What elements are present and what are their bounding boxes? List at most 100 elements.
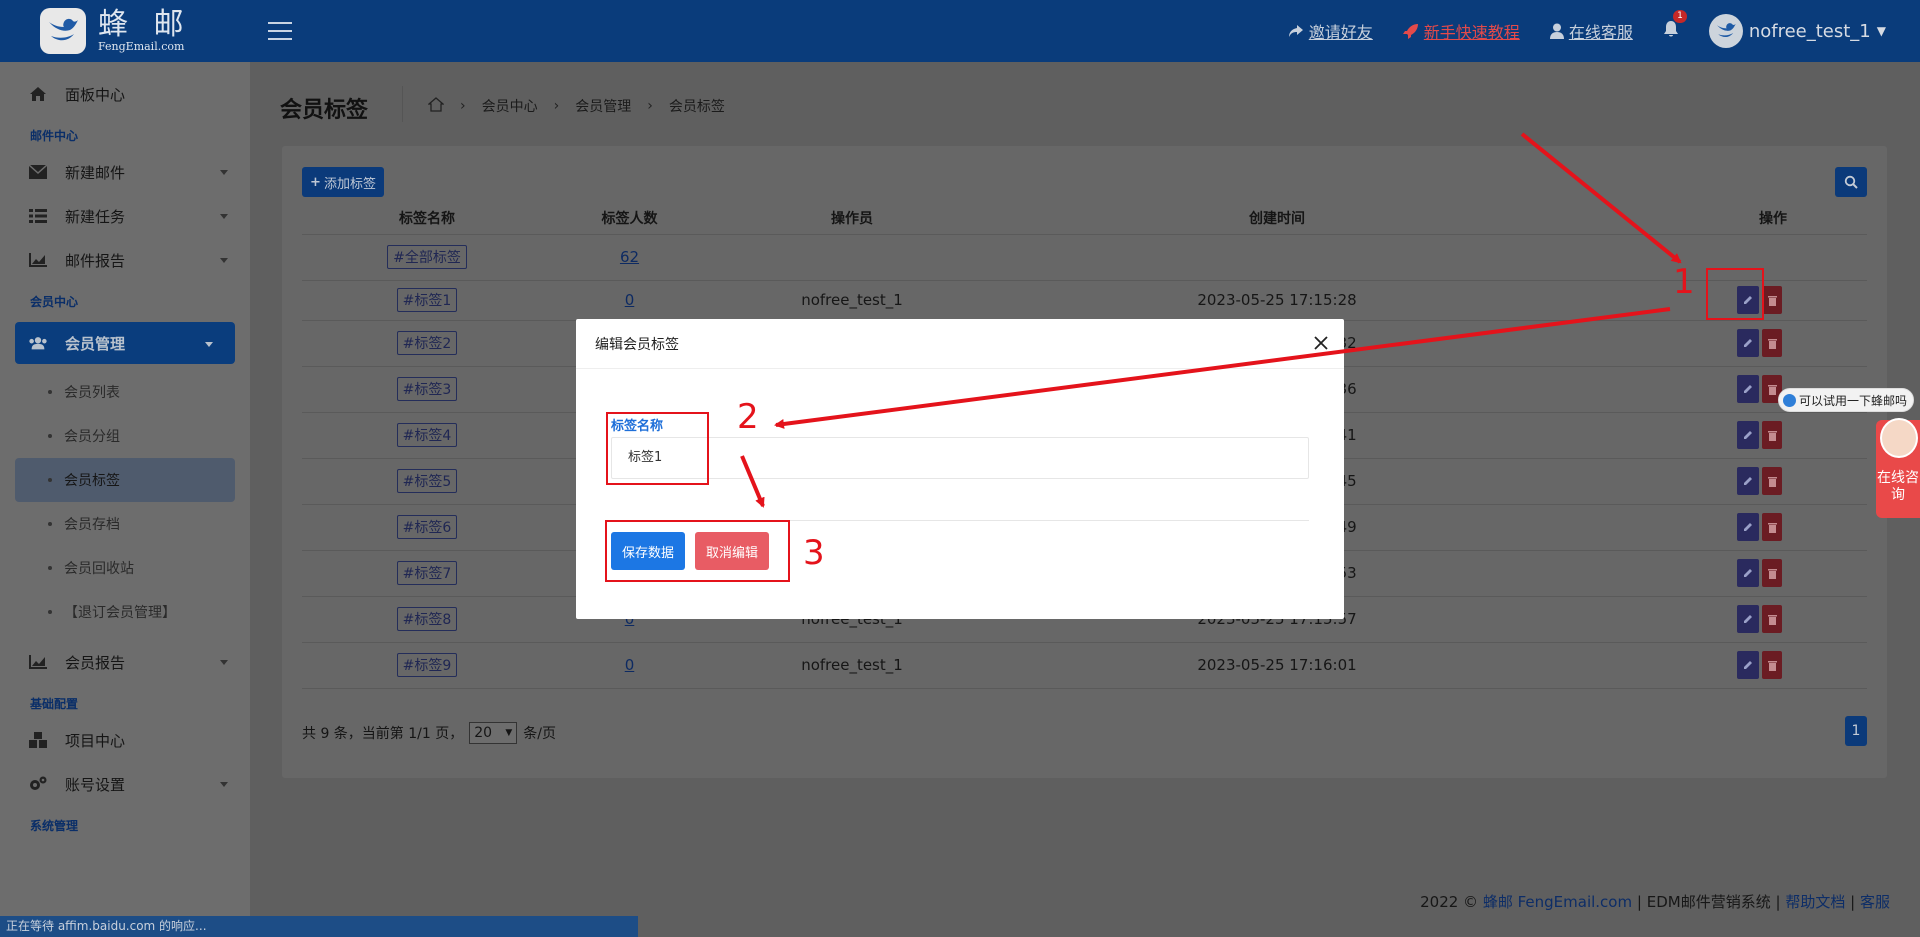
user-icon <box>1549 23 1564 39</box>
annotation-number-3: 3 <box>803 533 825 573</box>
edit-button[interactable] <box>1737 651 1759 679</box>
sidebar-item-account-settings[interactable]: 账号设置 <box>0 762 250 806</box>
pager-summary-text: 共 9 条，当前第 1/1 页， <box>302 726 464 742</box>
column-header: 操作 <box>1557 202 1867 235</box>
trash-icon <box>1767 660 1777 671</box>
caret-down-icon <box>220 660 228 665</box>
username: nofree_test_1 <box>1748 20 1871 42</box>
trash-icon <box>1767 614 1777 625</box>
breadcrumb-item[interactable]: 会员管理 <box>575 96 631 116</box>
online-service-link[interactable]: 在线客服 <box>1549 19 1633 43</box>
sidebar-subitem-member-list[interactable]: 会员列表 <box>0 370 250 414</box>
sidebar-item-member-report[interactable]: 会员报告 <box>0 640 250 684</box>
edit-button[interactable] <box>1737 467 1759 495</box>
created-cell: 2023-05-25 17:16:01 <box>997 642 1557 689</box>
page-size-value: 20 <box>474 725 493 741</box>
users-icon <box>28 336 48 350</box>
delete-button[interactable] <box>1762 651 1782 679</box>
section-system-heading: 系统管理 <box>30 819 79 833</box>
edit-button[interactable] <box>1737 559 1759 587</box>
sidebar-item-label: 会员报告 <box>65 653 126 672</box>
trash-icon <box>1767 476 1777 487</box>
tag-name[interactable]: #标签3 <box>396 377 458 401</box>
pager-summary: 共 9 条，当前第 1/1 页， 20 ▼ 条/页 <box>302 722 556 744</box>
tag-name[interactable]: #标签9 <box>396 653 458 677</box>
sidebar-subitem-member-tags[interactable]: 会员标签 <box>15 458 235 502</box>
sidebar-item-new-mail[interactable]: 新建邮件 <box>0 150 250 194</box>
logo-subtitle: FengEmail.com <box>98 39 185 53</box>
tag-name[interactable]: #标签5 <box>396 469 458 493</box>
tag-name[interactable]: #标签4 <box>396 423 458 447</box>
logo[interactable]: 蜂 邮 FengEmail.com <box>0 0 250 62</box>
sidebar-subitem-member-recycle[interactable]: 会员回收站 <box>0 546 250 590</box>
quick-tutorial-label: 新手快速教程 <box>1423 23 1520 42</box>
envelope-icon <box>28 165 48 179</box>
close-icon[interactable] <box>1312 334 1330 352</box>
footer-docs-link[interactable]: 帮助文档 <box>1785 893 1845 911</box>
tag-name[interactable]: #标签7 <box>396 561 458 585</box>
add-tag-button[interactable]: + 添加标签 <box>302 167 384 197</box>
tag-count-link[interactable]: 62 <box>620 248 639 266</box>
delete-button[interactable] <box>1762 559 1782 587</box>
tag-name[interactable]: #标签1 <box>396 288 458 312</box>
delete-button[interactable] <box>1762 605 1782 633</box>
search-icon <box>1844 175 1858 189</box>
tag-count-link[interactable]: 0 <box>625 291 635 309</box>
edit-button[interactable] <box>1737 605 1759 633</box>
edit-button[interactable] <box>1737 421 1759 449</box>
edit-button[interactable] <box>1737 375 1759 403</box>
sidebar-item-new-task[interactable]: 新建任务 <box>0 194 250 238</box>
tag-name[interactable]: #标签2 <box>396 331 458 355</box>
breadcrumb-item: 会员标签 <box>668 99 725 115</box>
page-size-select[interactable]: 20 ▼ <box>469 722 518 744</box>
sidebar-item-mail-report[interactable]: 邮件报告 <box>0 238 250 282</box>
caret-down-icon <box>220 782 228 787</box>
tag-name[interactable]: #全部标签 <box>387 245 467 269</box>
trash-icon <box>1767 338 1777 349</box>
sidebar: 面板中心 邮件中心 新建邮件 新建任务 邮件报告 会员中心 会员管理 会员列表 … <box>0 62 250 937</box>
notification-bell[interactable]: 1 <box>1663 10 1687 42</box>
chevron-down-icon: ▼ <box>1876 24 1886 38</box>
annotation-number-2: 2 <box>737 397 759 437</box>
menu-toggle-icon[interactable] <box>268 22 292 40</box>
browser-status-bar: 正在等待 affim.baidu.com 的响应... <box>0 916 638 937</box>
breadcrumb-item[interactable]: 会员中心 <box>482 96 538 116</box>
delete-button[interactable] <box>1762 286 1782 314</box>
tag-name[interactable]: #标签6 <box>396 515 458 539</box>
home-icon[interactable] <box>427 96 445 116</box>
tag-count-link[interactable]: 0 <box>625 656 635 674</box>
per-page-label: 条/页 <box>523 726 556 742</box>
edit-icon <box>1744 431 1752 439</box>
annotation-number-1: 1 <box>1673 262 1695 302</box>
delete-button[interactable] <box>1762 467 1782 495</box>
edit-button[interactable] <box>1737 513 1759 541</box>
sidebar-subitem-member-group[interactable]: 会员分组 <box>0 414 250 458</box>
sidebar-subitem-member-archive[interactable]: 会员存档 <box>0 502 250 546</box>
quick-tutorial-link[interactable]: 新手快速教程 <box>1402 19 1520 43</box>
search-button[interactable] <box>1835 167 1867 197</box>
tag-name-input[interactable]: 标签1 <box>611 437 1309 479</box>
footer-brand-link[interactable]: 蜂邮 FengEmail.com <box>1483 893 1632 911</box>
chat-invite-bubble[interactable]: 可以试用一下蜂邮吗 <box>1778 388 1915 412</box>
footer-service-link[interactable]: 客服 <box>1860 893 1890 911</box>
sidebar-item-member-manage[interactable]: 会员管理 <box>15 322 235 364</box>
trash-icon <box>1767 295 1777 306</box>
page-1-button[interactable]: 1 <box>1845 716 1867 746</box>
delete-button[interactable] <box>1762 513 1782 541</box>
title-divider <box>402 86 403 122</box>
table-row: #标签1 0 nofree_test_1 2023-05-25 17:15:28 <box>302 280 1867 321</box>
share-icon <box>1288 25 1303 37</box>
sidebar-subitem-unsubscribe[interactable]: 【退订会员管理】 <box>0 590 250 634</box>
edit-button[interactable] <box>1737 329 1759 357</box>
tag-name[interactable]: #标签8 <box>396 607 458 631</box>
invite-friends-link[interactable]: 邀请好友 <box>1288 19 1373 43</box>
delete-button[interactable] <box>1762 329 1782 357</box>
online-service-label: 在线客服 <box>1568 23 1633 42</box>
sidebar-item-project-center[interactable]: 项目中心 <box>0 718 250 762</box>
footer-system: EDM邮件营销系统 <box>1646 893 1771 911</box>
trash-icon <box>1767 568 1777 579</box>
delete-button[interactable] <box>1762 421 1782 449</box>
edit-icon <box>1744 339 1752 347</box>
user-menu[interactable]: nofree_test_1 ▼ <box>1708 14 1886 48</box>
sidebar-item-dashboard[interactable]: 面板中心 <box>0 72 250 116</box>
